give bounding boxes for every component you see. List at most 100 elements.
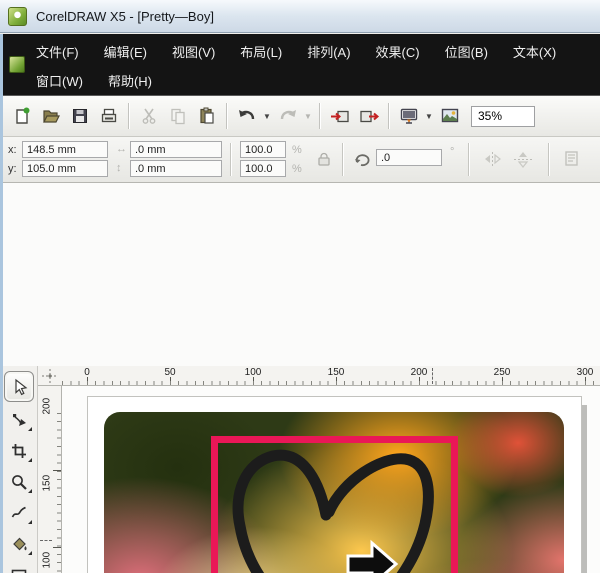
smart-fill-tool[interactable] <box>4 530 34 557</box>
flyout-arrow <box>28 489 32 493</box>
vertical-ruler[interactable]: 200 150 100 50 0 <box>38 386 62 573</box>
shape-tool-icon <box>10 411 28 429</box>
propbar-separator <box>230 143 231 176</box>
vruler-label: 200 <box>42 401 53 415</box>
property-bar: x: y: ↔ ↕ % % ° <box>0 137 600 183</box>
menu-layout[interactable]: 布局(L) <box>240 42 282 61</box>
crop-tool[interactable] <box>4 437 34 464</box>
rectangle-tool-icon <box>10 566 28 573</box>
menu-help[interactable]: 帮助(H) <box>108 71 152 90</box>
application-launcher-icon <box>398 106 420 126</box>
zoom-level-input[interactable] <box>471 106 535 127</box>
rose-photo-object[interactable]: © Pretty—Boy <box>104 412 564 573</box>
export-button[interactable] <box>355 102 382 130</box>
cursor-position-marker <box>432 368 433 384</box>
vruler-label: 150 <box>42 478 53 492</box>
copy-icon <box>168 106 188 126</box>
pick-tool-icon <box>10 378 28 396</box>
rotate-icon <box>352 150 372 168</box>
hruler-label: 300 <box>577 367 594 378</box>
import-button[interactable] <box>326 102 353 130</box>
workspace: 字 0 50 100 150 200 250 300 <box>0 183 600 573</box>
undo-dropdown-arrow[interactable]: ▼ <box>262 102 272 130</box>
flyout-arrow <box>28 520 32 524</box>
menu-file[interactable]: 文件(F) <box>36 42 79 61</box>
zoom-tool-icon <box>10 473 28 491</box>
flyout-arrow <box>28 427 32 431</box>
undo-button[interactable] <box>233 102 260 130</box>
print-button[interactable] <box>95 102 122 130</box>
toolbar-separator <box>226 103 227 129</box>
cut-button[interactable] <box>135 102 162 130</box>
menu-effects[interactable]: 效果(C) <box>376 42 420 61</box>
welcome-screen-button[interactable] <box>436 102 463 130</box>
menu-view[interactable]: 视图(V) <box>172 42 215 61</box>
welcome-screen-icon <box>439 106 461 126</box>
import-icon <box>329 106 351 126</box>
scale-x-input[interactable] <box>240 141 286 158</box>
new-document-button[interactable] <box>8 102 35 130</box>
export-icon <box>358 106 380 126</box>
menu-arrange[interactable]: 排列(A) <box>307 42 350 61</box>
propbar-separator <box>342 143 343 176</box>
percent-sign-y: % <box>292 163 302 175</box>
y-label: y: <box>8 163 17 175</box>
menu-bar: 文件(F) 编辑(E) 视图(V) 布局(L) 排列(A) 效果(C) 位图(B… <box>0 34 600 95</box>
object-height-input[interactable] <box>130 160 222 177</box>
ruler-origin-icon[interactable] <box>40 367 60 385</box>
standard-toolbar: ▼ ▼ <box>0 95 600 137</box>
rectangle-tool[interactable] <box>4 561 34 573</box>
cut-icon <box>139 106 159 126</box>
redo-dropdown-arrow[interactable]: ▼ <box>303 102 313 130</box>
menu-window[interactable]: 窗口(W) <box>36 71 83 90</box>
freehand-tool-icon <box>10 504 28 522</box>
x-position-input[interactable] <box>22 141 108 158</box>
y-position-input[interactable] <box>22 160 108 177</box>
black-arrow-object[interactable] <box>348 543 396 573</box>
menu-edit[interactable]: 编辑(E) <box>104 42 147 61</box>
paste-button[interactable] <box>193 102 220 130</box>
open-button[interactable] <box>37 102 64 130</box>
menu-bitmaps[interactable]: 位图(B) <box>445 42 488 61</box>
window-border <box>0 34 3 573</box>
pick-tool[interactable] <box>4 371 34 402</box>
rotation-angle-input[interactable] <box>376 149 442 166</box>
window-title: CorelDRAW X5 - [Pretty—Boy] <box>36 9 214 24</box>
save-button[interactable] <box>66 102 93 130</box>
scale-y-input[interactable] <box>240 160 286 177</box>
freehand-tool[interactable] <box>4 499 34 526</box>
application-launcher-button[interactable] <box>395 102 422 130</box>
shape-tool[interactable] <box>4 406 34 433</box>
flyout-arrow <box>28 551 32 555</box>
paste-icon <box>197 106 217 126</box>
document-app-icon <box>9 56 25 73</box>
zoom-tool[interactable] <box>4 468 34 495</box>
basic-properties-icon[interactable] <box>562 149 582 169</box>
launcher-dropdown-arrow[interactable]: ▼ <box>424 102 434 130</box>
cursor-position-marker <box>40 540 52 541</box>
mirror-horizontal-icon[interactable] <box>482 150 504 168</box>
object-width-input[interactable] <box>130 141 222 158</box>
heart-outline-object[interactable] <box>238 455 428 573</box>
save-icon <box>70 106 90 126</box>
new-document-icon <box>12 106 32 126</box>
redo-button[interactable] <box>274 102 301 130</box>
open-icon <box>41 106 61 126</box>
horizontal-ruler[interactable]: 0 50 100 150 200 250 300 <box>38 366 600 386</box>
hruler-label: 200 <box>411 367 428 378</box>
document-page[interactable]: © Pretty—Boy <box>87 396 582 573</box>
x-label: x: <box>8 144 17 156</box>
flyout-arrow <box>28 458 32 462</box>
copy-button[interactable] <box>164 102 191 130</box>
hruler-label: 0 <box>84 367 90 378</box>
menu-row-1: 文件(F) 编辑(E) 视图(V) 布局(L) 排列(A) 效果(C) 位图(B… <box>36 42 556 61</box>
title-bar: CorelDRAW X5 - [Pretty—Boy] <box>0 0 600 33</box>
hruler-label: 250 <box>494 367 511 378</box>
smart-fill-tool-icon <box>10 535 28 553</box>
drawing-canvas[interactable]: © Pretty—Boy jb51.net 脚本之家 <box>62 386 600 573</box>
mirror-vertical-icon[interactable] <box>512 150 534 168</box>
degree-sign: ° <box>450 146 454 158</box>
toolbox: 字 <box>0 366 38 573</box>
menu-text[interactable]: 文本(X) <box>513 42 556 61</box>
lock-ratio-icon[interactable] <box>315 150 333 168</box>
